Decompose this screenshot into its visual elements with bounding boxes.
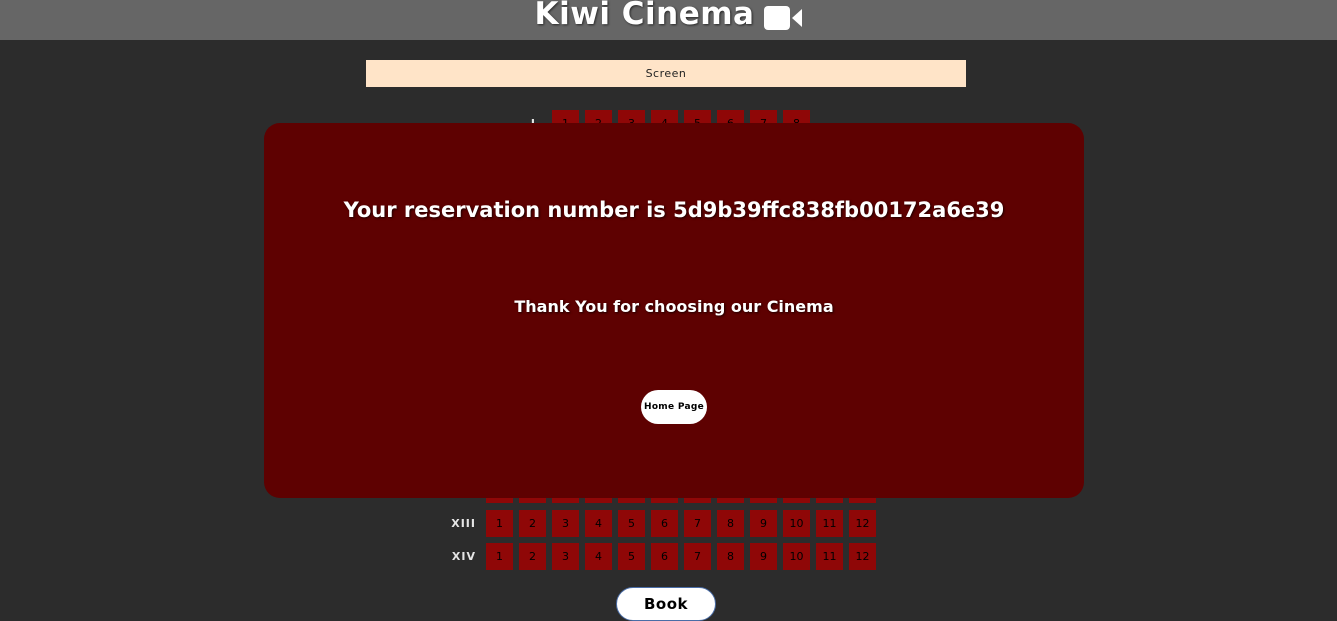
- seat[interactable]: 11: [816, 510, 843, 537]
- seat[interactable]: 7: [684, 510, 711, 537]
- seat[interactable]: 12: [849, 543, 876, 570]
- thank-you-text: Thank You for choosing our Cinema: [514, 297, 834, 316]
- seat[interactable]: 5: [618, 543, 645, 570]
- reservation-modal: Your reservation number is 5d9b39ffc838f…: [264, 123, 1084, 498]
- row-label: XIII: [451, 517, 476, 530]
- row-label: XIV: [451, 550, 476, 563]
- seat[interactable]: 8: [717, 510, 744, 537]
- seat-row-xiii: XIII 1 2 3 4 5 6 7 8 9 10 11 12: [440, 510, 890, 538]
- seat[interactable]: 3: [552, 543, 579, 570]
- brand: Kiwi Cinema: [0, 0, 1337, 34]
- seat[interactable]: 9: [750, 510, 777, 537]
- seat[interactable]: 4: [585, 543, 612, 570]
- seat[interactable]: 1: [486, 543, 513, 570]
- video-camera-icon: [764, 2, 803, 30]
- seat[interactable]: 2: [519, 543, 546, 570]
- seat[interactable]: 5: [618, 510, 645, 537]
- seat[interactable]: 2: [519, 510, 546, 537]
- seat[interactable]: 4: [585, 510, 612, 537]
- seat[interactable]: 3: [552, 510, 579, 537]
- seat[interactable]: 10: [783, 510, 810, 537]
- seat[interactable]: 12: [849, 510, 876, 537]
- seat[interactable]: 6: [651, 543, 678, 570]
- book-button[interactable]: Book: [616, 587, 716, 621]
- seat-row-xiv: XIV 1 2 3 4 5 6 7 8 9 10 11 12: [440, 543, 890, 571]
- cinema-screen: Screen: [366, 60, 966, 87]
- reservation-number-text: Your reservation number is 5d9b39ffc838f…: [343, 198, 1005, 222]
- seat[interactable]: 1: [486, 510, 513, 537]
- app-title: Kiwi Cinema: [534, 0, 755, 32]
- seat[interactable]: 8: [717, 543, 744, 570]
- seat[interactable]: 9: [750, 543, 777, 570]
- home-page-button[interactable]: Home Page: [641, 390, 707, 424]
- seat[interactable]: 11: [816, 543, 843, 570]
- seat[interactable]: 10: [783, 543, 810, 570]
- seat[interactable]: 6: [651, 510, 678, 537]
- seat[interactable]: 7: [684, 543, 711, 570]
